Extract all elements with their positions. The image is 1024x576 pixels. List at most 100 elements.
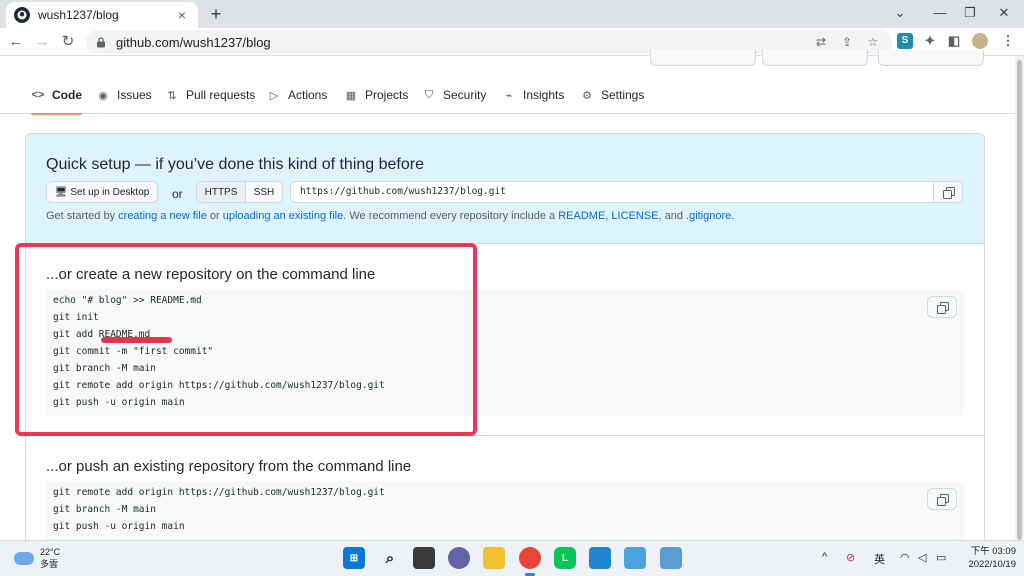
tab-label: Pull requests (186, 88, 256, 102)
app-window-icon[interactable] (660, 547, 682, 569)
ime-indicator[interactable]: 英 (874, 551, 885, 567)
task-view-icon[interactable] (413, 547, 435, 569)
github-icon (14, 7, 30, 23)
system-clock[interactable]: 下午 03:09 2022/10/19 (960, 545, 1016, 571)
quick-setup-title: Quick setup — if you’ve done this kind o… (46, 156, 424, 173)
code-icon: <> (31, 89, 45, 101)
weather-widget[interactable]: 22°C 多雲 (14, 546, 60, 570)
copy-icon (937, 494, 949, 506)
chat-icon[interactable] (448, 547, 470, 569)
new-repo-section: ...or create a new repository on the com… (26, 244, 984, 436)
reload-icon[interactable]: ↻ (58, 32, 78, 52)
tab-pull-requests[interactable]: ⇅ Pull requests (165, 80, 255, 114)
line-app-icon[interactable]: L (554, 547, 576, 569)
clock-time: 下午 03:09 (970, 546, 1016, 557)
page-scrollbar[interactable] (1015, 56, 1024, 540)
taskbar: 22°C 多雲 ⊞ ⌕ L ^ ⊘ 英 ◠ ◁ ▭ 下午 03:09 2022/… (0, 540, 1024, 576)
repo-nav: <> Code ◉ Issues ⇅ Pull requests ▷ Actio… (0, 80, 1024, 115)
tab-label: Projects (365, 88, 409, 102)
tab-search-button[interactable]: ⌄ (880, 0, 920, 28)
push-existing-section: ...or push an existing repository from t… (26, 436, 984, 552)
graph-icon: ⌁ (505, 89, 513, 102)
fork-button[interactable] (762, 50, 868, 66)
code-line: echo "# blog" >> README.md (53, 295, 202, 306)
ssh-button[interactable]: SSH (245, 181, 283, 203)
code-line: git commit -m "first commit" (53, 346, 214, 357)
tab-projects[interactable]: ▦ Projects (344, 80, 409, 114)
tab-close-button[interactable]: × (174, 7, 190, 23)
scrollbar-thumb[interactable] (1017, 60, 1022, 540)
browser-toolbar: ← → ↻ github.com/wush1237/blog ⇄ ⇪ ☆ S ✦… (0, 28, 1024, 56)
tab-issues[interactable]: ◉ Issues (96, 80, 152, 114)
search-icon[interactable]: ⌕ (379, 547, 401, 569)
copy-push-existing-button[interactable] (927, 488, 957, 510)
setup-panel: Quick setup — if you’ve done this kind o… (25, 133, 985, 553)
share-icon[interactable]: ⇪ (838, 33, 856, 51)
tab-label: Issues (117, 88, 152, 102)
tab-insights[interactable]: ⌁ Insights (502, 80, 565, 114)
lock-icon (97, 36, 105, 47)
side-panel-icon[interactable]: ◧ (946, 33, 962, 49)
tab-label: Settings (601, 88, 645, 102)
copy-url-button[interactable] (933, 181, 963, 203)
issue-icon: ◉ (98, 89, 108, 102)
copy-new-repo-button[interactable] (927, 296, 957, 318)
code-line: git branch -M main (53, 504, 156, 515)
code-line: git push -u origin main (53, 521, 185, 532)
browser-menu-icon[interactable]: ⋮ (1000, 33, 1016, 49)
wifi-icon[interactable]: ◠ (900, 551, 910, 564)
tab-actions[interactable]: ▷ Actions (267, 80, 328, 114)
gear-icon: ⚙ (582, 89, 592, 102)
url-text: github.com/wush1237/blog (116, 34, 271, 50)
file-explorer-icon[interactable] (483, 547, 505, 569)
shield-icon: ⛉ (424, 88, 434, 101)
vscode-icon[interactable] (589, 547, 611, 569)
tab-label: Actions (288, 88, 328, 102)
play-icon: ▷ (269, 89, 279, 102)
readme-link[interactable]: README (558, 210, 605, 222)
tray-overflow-icon[interactable]: ^ (822, 551, 827, 563)
battery-icon[interactable]: ▭ (936, 551, 946, 564)
tab-label: Security (443, 88, 487, 102)
close-window-button[interactable]: ✕ (984, 0, 1024, 28)
clone-url-input[interactable]: https://github.com/wush1237/blog.git (290, 181, 934, 203)
tab-security[interactable]: ⛉ Security (422, 80, 486, 114)
tab-settings[interactable]: ⚙ Settings (580, 80, 644, 114)
chrome-icon[interactable] (519, 547, 541, 569)
gitignore-link[interactable]: .gitignore (686, 210, 731, 222)
desktop-button-label: Set up in Desktop (70, 186, 150, 198)
forward-icon[interactable]: → (32, 32, 52, 52)
translate-icon[interactable]: ⇄ (812, 33, 830, 51)
start-windows-icon[interactable]: ⊞ (343, 547, 365, 569)
browser-tab[interactable]: wush1237/blog × (6, 2, 198, 28)
temperature: 22°C (40, 547, 61, 557)
create-new-file-link[interactable]: creating a new file (118, 210, 207, 222)
code-line: git add README.md (53, 329, 151, 340)
copy-icon (943, 187, 955, 199)
security-tray-icon[interactable]: ⊘ (846, 551, 855, 564)
tab-code[interactable]: <> Code (31, 80, 82, 115)
new-tab-button[interactable]: + (206, 4, 226, 24)
volume-icon[interactable]: ◁ (918, 551, 926, 564)
setup-desktop-button[interactable]: 🖥 Set up in Desktop (46, 181, 158, 203)
extension-s-icon[interactable]: S (897, 33, 913, 49)
profile-avatar[interactable] (972, 33, 988, 49)
tab-label: Code (52, 88, 82, 102)
or-text: or (172, 187, 183, 201)
watch-button[interactable] (650, 50, 756, 66)
license-link[interactable]: LICENSE (611, 210, 658, 222)
https-button[interactable]: HTTPS (196, 181, 246, 203)
clock-date: 2022/10/19 (968, 559, 1016, 570)
bookmark-star-icon[interactable]: ☆ (864, 33, 882, 51)
upload-file-link[interactable]: uploading an existing file (223, 210, 343, 222)
browser-tab-strip: wush1237/blog × + ⌄ — ❐ ✕ (0, 0, 1024, 28)
code-line: git remote add origin https://github.com… (53, 487, 385, 498)
back-icon[interactable]: ← (6, 32, 26, 52)
copy-icon (937, 302, 949, 314)
get-started-text: Get started by creating a new file or up… (46, 210, 734, 222)
extensions-puzzle-icon[interactable]: ✦ (922, 33, 938, 49)
table-icon: ▦ (345, 89, 357, 102)
star-button[interactable] (878, 50, 984, 66)
quick-setup: Quick setup — if you’ve done this kind o… (26, 134, 984, 244)
notepad-icon[interactable] (624, 547, 646, 569)
